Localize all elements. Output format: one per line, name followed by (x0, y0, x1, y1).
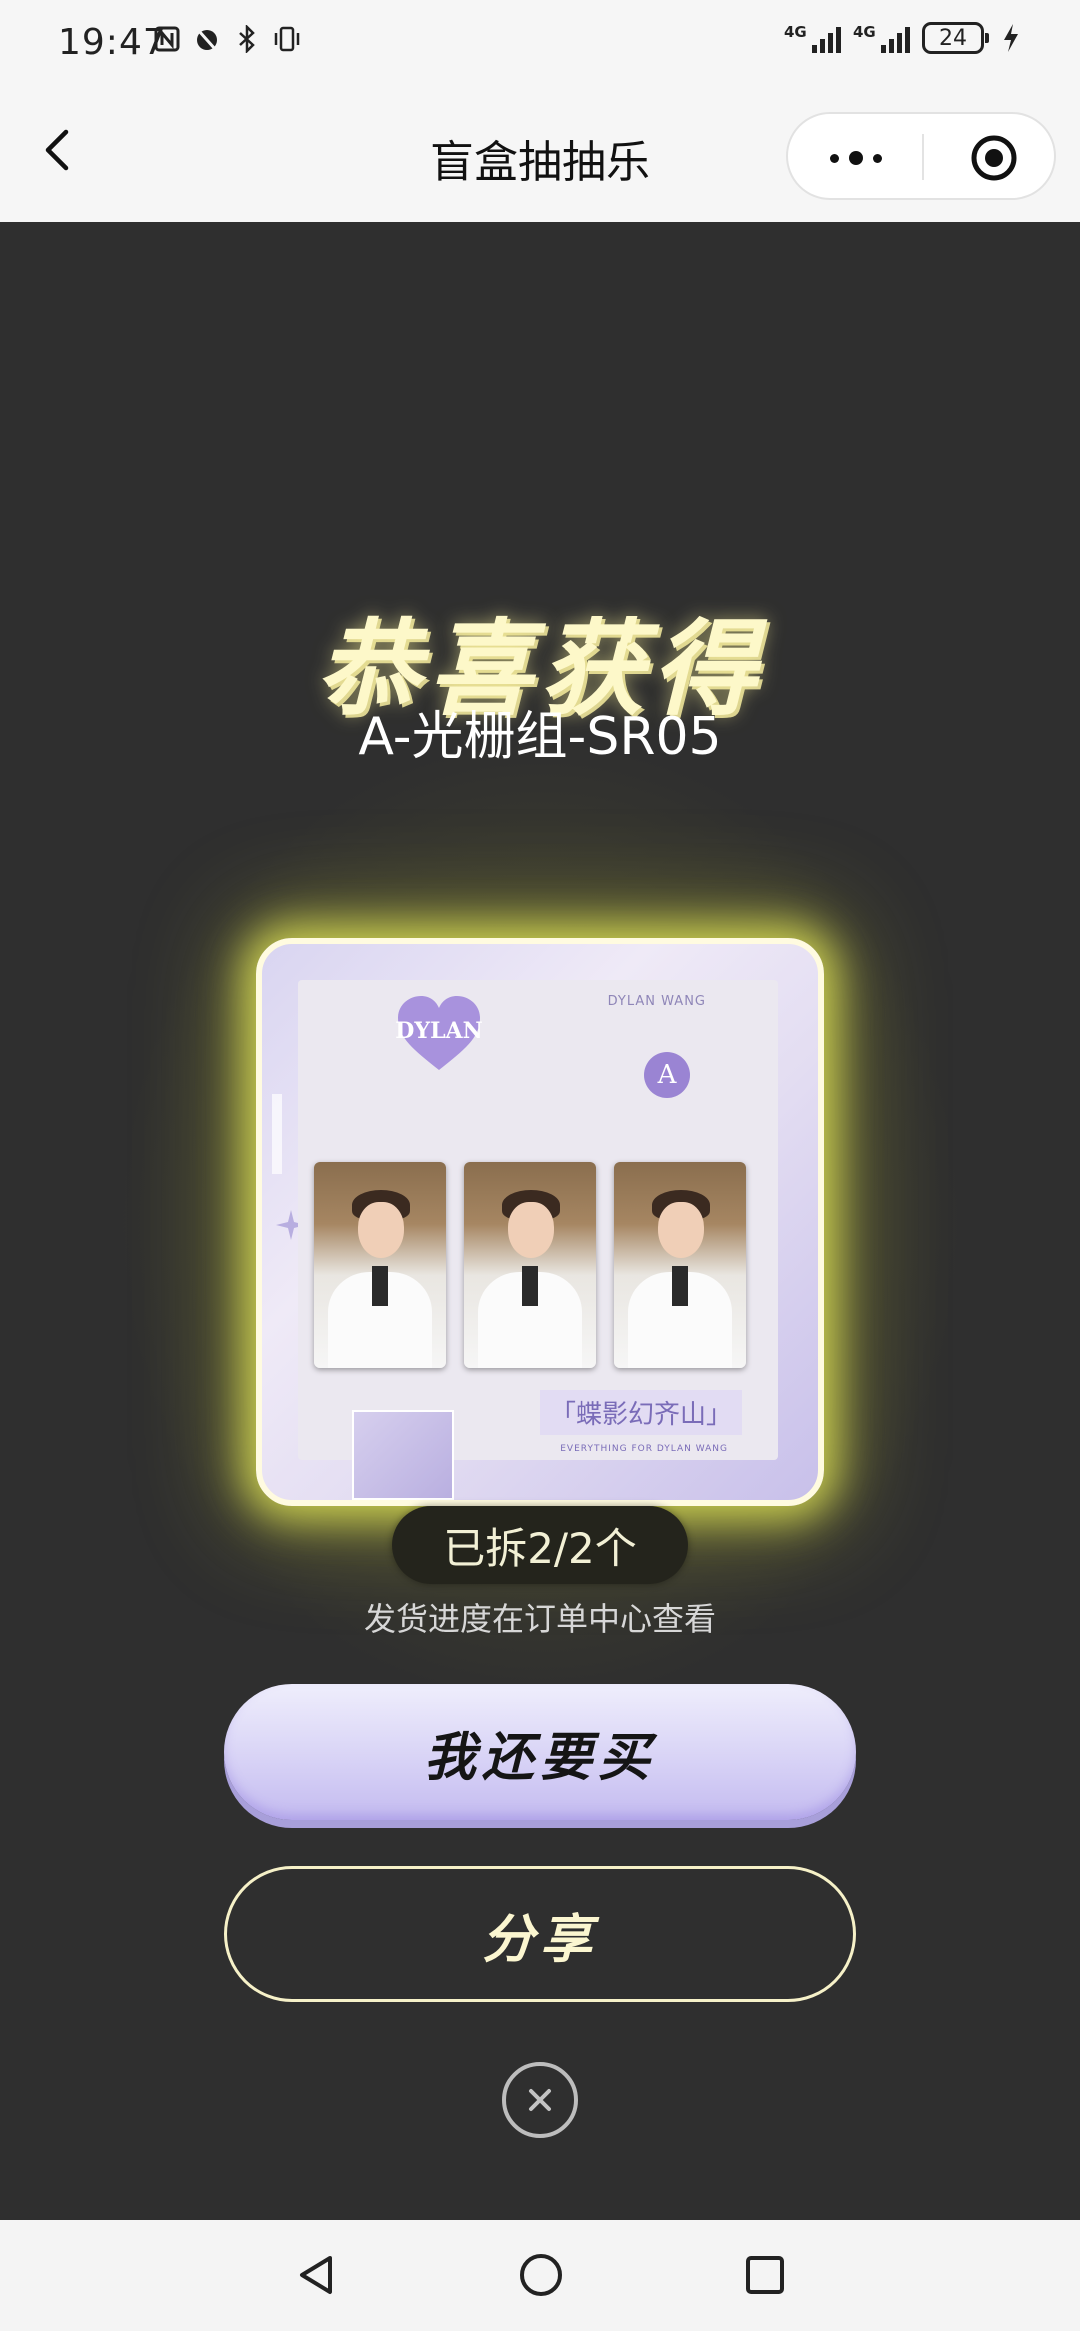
alarm-icon (192, 24, 222, 54)
vibrate-icon (272, 24, 302, 54)
photo-head (358, 1202, 404, 1258)
card-heart-text: DYLAN (395, 1018, 483, 1044)
status-time: 19:47 (58, 22, 167, 63)
battery-icon: 24 (922, 22, 989, 54)
photo-head (658, 1202, 704, 1258)
photo-card-1 (314, 1162, 446, 1368)
system-recent-button[interactable] (740, 2250, 790, 2300)
status-icons (152, 24, 302, 54)
close-button[interactable] (502, 2062, 578, 2138)
prize-card[interactable]: DYLAN DYLAN WANG A 「蝶影幻齐山」 EVERYTHING FO… (256, 938, 824, 1506)
nav-bar: 盲盒抽抽乐 (0, 86, 1080, 222)
shipping-hint: 发货进度在订单中心查看 (363, 1600, 716, 1638)
screen: 19:47 4G 4G 24 盲盒抽抽乐 恭喜获得 A-光栅组-SR05 DYL… (0, 0, 1080, 2331)
target-icon (971, 135, 1017, 181)
signal-1-icon: 4G (784, 23, 841, 53)
triangle-back-icon (300, 2256, 332, 2294)
close-icon (529, 2089, 551, 2111)
card-inner: DYLAN DYLAN WANG A (298, 980, 778, 1460)
system-nav-bar (0, 2220, 1080, 2331)
photo-head (508, 1202, 554, 1258)
system-home-button[interactable] (516, 2250, 566, 2300)
circle-home-icon (520, 2254, 562, 2296)
unbox-progress-badge: 已拆2/2个 (392, 1506, 688, 1584)
card-stamp-image (352, 1410, 454, 1500)
buy-again-button[interactable]: 我还要买 (224, 1684, 856, 1820)
photo-collar (372, 1266, 388, 1306)
more-button[interactable] (816, 136, 896, 180)
charging-icon (996, 23, 1026, 53)
signal-2-icon: 4G (853, 23, 910, 53)
status-right: 4G 4G 24 (784, 22, 1026, 54)
photo-card-2 (464, 1162, 596, 1368)
share-button[interactable]: 分享 (224, 1866, 856, 2002)
photo-card-3 (614, 1162, 746, 1368)
more-dots-icon (830, 153, 839, 163)
more-dot (873, 153, 882, 163)
card-grade-badge: A (644, 1052, 690, 1098)
card-footer-text: EVERYTHING FOR DYLAN WANG (560, 1444, 728, 1454)
photo-collar (672, 1266, 688, 1306)
card-brand: DYLAN WANG (607, 994, 706, 1009)
status-bar: 19:47 4G 4G 24 (0, 0, 1080, 86)
nfc-icon (152, 24, 182, 54)
square-recent-icon (746, 2256, 784, 2294)
bluetooth-icon (232, 24, 262, 54)
system-back-button[interactable] (292, 2250, 342, 2300)
prize-name: A-光栅组-SR05 (358, 707, 722, 767)
photo-collar (522, 1266, 538, 1306)
more-dot (849, 151, 863, 165)
capsule-divider (922, 134, 924, 180)
result-panel: 恭喜获得 A-光栅组-SR05 DYLAN DYLAN WANG A 「蝶影幻齐… (0, 222, 1080, 2222)
close-miniprogram-button[interactable] (970, 134, 1018, 182)
mini-program-capsule (786, 112, 1056, 200)
card-title-tag: 「蝶影幻齐山」 (539, 1390, 742, 1435)
card-side-strip (272, 1094, 282, 1174)
